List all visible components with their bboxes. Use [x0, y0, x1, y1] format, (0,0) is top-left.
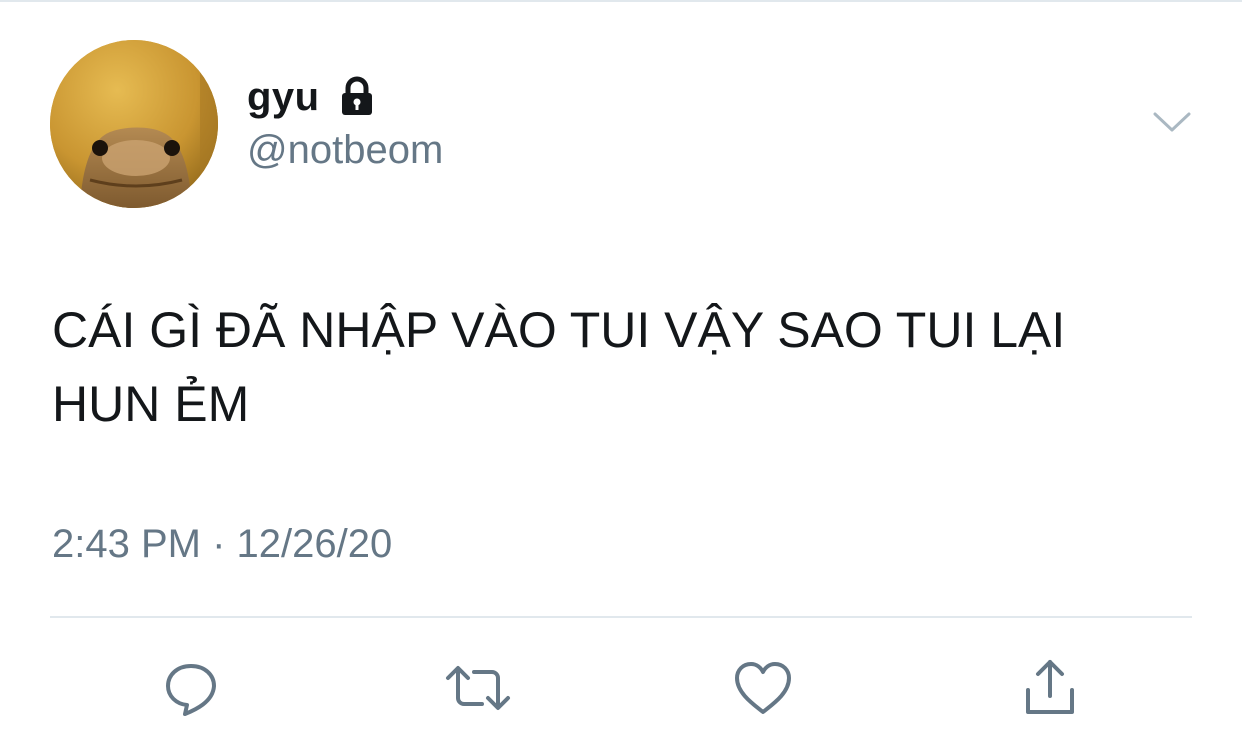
lock-icon: [334, 74, 380, 120]
top-border: [0, 0, 1242, 2]
tweet-text: CÁI GÌ ĐÃ NHẬP VÀO TUI VẬY SAO TUI LẠI H…: [52, 302, 1066, 432]
retweet-icon: [446, 666, 510, 710]
tweet-card: gyu @notbeom CÁI GÌ ĐÃ NHẬP VÀO TUI VẬY …: [0, 0, 1242, 750]
display-name[interactable]: gyu: [247, 75, 320, 120]
divider: [50, 616, 1192, 618]
author-name-row[interactable]: gyu: [247, 72, 380, 122]
avatar[interactable]: [50, 40, 218, 208]
share-button[interactable]: [1014, 652, 1086, 724]
author-handle[interactable]: @notbeom: [247, 128, 443, 173]
like-button[interactable]: [727, 652, 799, 724]
heart-icon: [735, 662, 791, 714]
chevron-down-icon[interactable]: [1152, 108, 1192, 138]
tweet-timestamp[interactable]: 2:43 PM · 12/26/20: [52, 522, 392, 567]
lizard-avatar-image: [50, 40, 218, 208]
reply-button[interactable]: [155, 652, 227, 724]
share-icon: [1026, 660, 1074, 714]
speech-bubble-icon: [166, 664, 216, 716]
retweet-button[interactable]: [442, 652, 514, 724]
